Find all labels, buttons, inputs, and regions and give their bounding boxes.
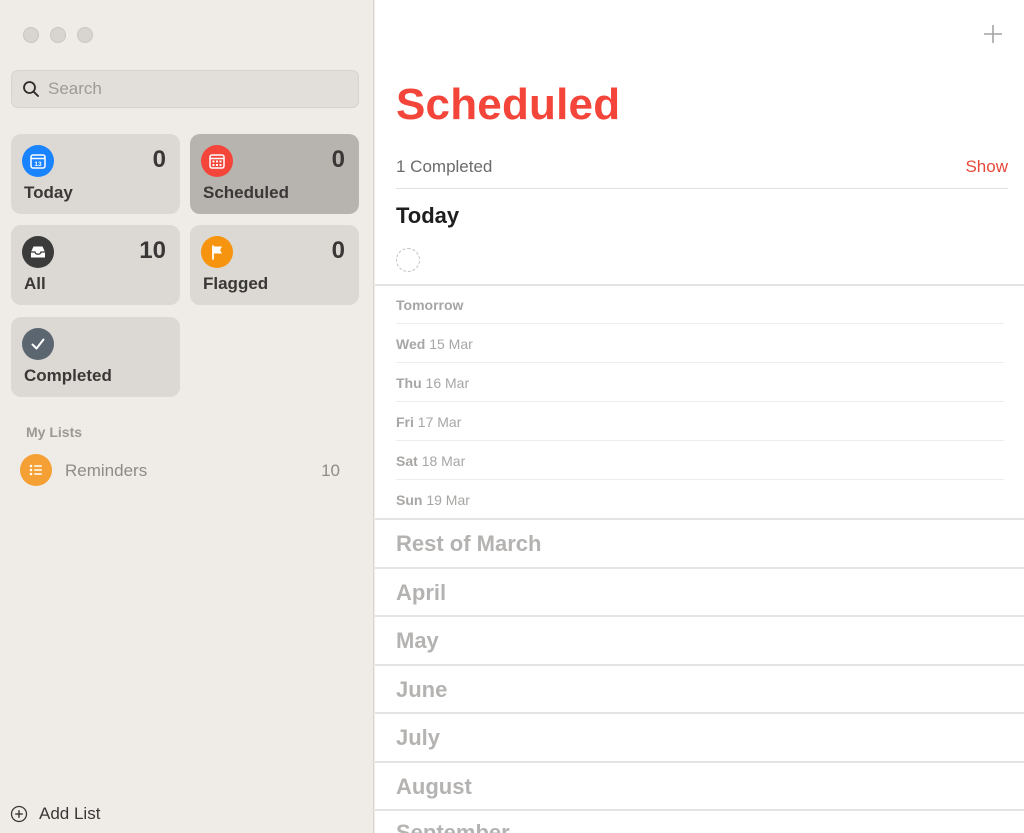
section-may[interactable]: May bbox=[396, 628, 439, 654]
row-divider bbox=[396, 362, 1004, 363]
day-name: Thu bbox=[396, 375, 422, 391]
day-row-sat[interactable]: Sat 18 Mar bbox=[396, 453, 465, 469]
section-june[interactable]: June bbox=[396, 677, 447, 703]
completed-count-text: 1 Completed bbox=[396, 157, 493, 176]
day-name: Fri bbox=[396, 414, 414, 430]
smart-list-today[interactable]: 13 0 Today bbox=[11, 134, 180, 214]
day-name: Tomorrow bbox=[396, 297, 464, 313]
day-row-wed[interactable]: Wed 15 Mar bbox=[396, 336, 473, 352]
section-august[interactable]: August bbox=[396, 774, 472, 800]
today-count: 0 bbox=[152, 146, 166, 173]
section-divider bbox=[375, 664, 1024, 666]
row-divider bbox=[396, 323, 1004, 324]
section-divider bbox=[375, 284, 1024, 286]
search-input[interactable] bbox=[48, 79, 328, 99]
flagged-count: 0 bbox=[331, 237, 345, 264]
checkmark-icon bbox=[22, 328, 54, 360]
day-date: 16 Mar bbox=[425, 375, 470, 391]
day-name: Wed bbox=[396, 336, 426, 352]
row-divider bbox=[396, 401, 1004, 402]
section-header-today: Today bbox=[396, 203, 460, 228]
section-divider bbox=[375, 518, 1024, 520]
day-name: Sat bbox=[396, 453, 418, 469]
smart-list-flagged[interactable]: 0 Flagged bbox=[190, 225, 359, 305]
all-label: All bbox=[24, 274, 46, 293]
today-label: Today bbox=[24, 183, 73, 202]
all-count: 10 bbox=[139, 237, 166, 264]
row-divider bbox=[396, 440, 1004, 441]
search-icon bbox=[23, 81, 39, 97]
list-bullet-icon bbox=[20, 454, 52, 486]
day-name: Sun bbox=[396, 492, 423, 508]
main-content: Scheduled 1 Completed Show Today Tomorro… bbox=[375, 0, 1024, 833]
section-rest-of-march[interactable]: Rest of March bbox=[396, 531, 541, 557]
smart-list-completed[interactable]: Completed bbox=[11, 317, 180, 397]
day-date: 19 Mar bbox=[426, 492, 470, 508]
section-divider bbox=[375, 712, 1024, 714]
list-item-reminders[interactable]: Reminders 10 bbox=[11, 452, 351, 488]
calendar-today-icon: 13 bbox=[22, 145, 54, 177]
section-september[interactable]: September bbox=[396, 820, 510, 833]
close-window-button[interactable] bbox=[23, 27, 39, 43]
day-row-sun[interactable]: Sun 19 Mar bbox=[396, 492, 470, 508]
list-item-label: Reminders bbox=[65, 461, 148, 480]
svg-text:13: 13 bbox=[34, 161, 42, 168]
day-row-fri[interactable]: Fri 17 Mar bbox=[396, 414, 461, 430]
show-completed-button[interactable]: Show bbox=[965, 157, 1008, 177]
section-divider bbox=[375, 809, 1024, 811]
section-divider bbox=[375, 761, 1024, 763]
tray-icon bbox=[22, 236, 54, 268]
new-reminder-checkbox[interactable] bbox=[396, 248, 420, 272]
completed-label: Completed bbox=[24, 366, 112, 385]
day-date: 18 Mar bbox=[421, 453, 466, 469]
scheduled-label: Scheduled bbox=[203, 183, 289, 202]
completed-summary: 1 Completed Show bbox=[396, 157, 1008, 177]
day-row-thu[interactable]: Thu 16 Mar bbox=[396, 375, 469, 391]
smart-list-scheduled[interactable]: 0 Scheduled bbox=[190, 134, 359, 214]
section-july[interactable]: July bbox=[396, 725, 440, 751]
section-divider bbox=[375, 615, 1024, 617]
day-row-tomorrow[interactable]: Tomorrow bbox=[396, 297, 463, 313]
search-field[interactable] bbox=[11, 70, 359, 108]
section-divider bbox=[375, 567, 1024, 569]
day-date: 17 Mar bbox=[417, 414, 462, 430]
smart-list-all[interactable]: 10 All bbox=[11, 225, 180, 305]
calendar-scheduled-icon bbox=[201, 145, 233, 177]
add-reminder-button[interactable] bbox=[980, 21, 1006, 47]
reminders-window: 13 0 Today 0 Scheduled bbox=[0, 0, 1024, 833]
day-date: 15 Mar bbox=[429, 336, 473, 352]
section-april[interactable]: April bbox=[396, 580, 446, 606]
add-list-label: Add List bbox=[39, 804, 101, 823]
page-title: Scheduled bbox=[396, 80, 621, 129]
sidebar: 13 0 Today 0 Scheduled bbox=[0, 0, 374, 833]
scheduled-count: 0 bbox=[331, 146, 345, 173]
zoom-window-button[interactable] bbox=[77, 27, 93, 43]
window-controls bbox=[23, 27, 93, 43]
plus-circle-icon bbox=[10, 805, 28, 823]
divider bbox=[396, 188, 1008, 189]
my-lists-header: My Lists bbox=[26, 424, 83, 440]
minimize-window-button[interactable] bbox=[50, 27, 66, 43]
flagged-label: Flagged bbox=[203, 274, 269, 293]
list-item-count: 10 bbox=[321, 461, 340, 480]
add-list-button[interactable]: Add List bbox=[10, 804, 100, 824]
flag-icon bbox=[201, 236, 233, 268]
row-divider bbox=[396, 479, 1004, 480]
